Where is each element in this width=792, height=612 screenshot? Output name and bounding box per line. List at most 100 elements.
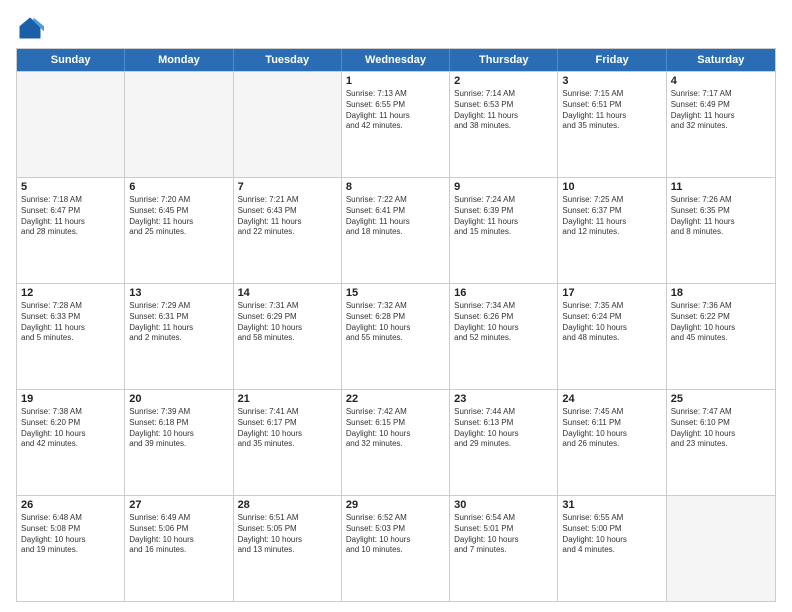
day-cell-23: 23 Sunrise: 7:44 AM Sunset: 6:13 PM Dayli… [450, 390, 558, 495]
header-day-sunday: Sunday [17, 49, 125, 71]
day-info: Sunrise: 6:48 AM Sunset: 5:08 PM Dayligh… [21, 513, 120, 556]
day-cell-13: 13 Sunrise: 7:29 AM Sunset: 6:31 PM Dayli… [125, 284, 233, 389]
day-cell-1: 1 Sunrise: 7:13 AM Sunset: 6:55 PM Daylig… [342, 72, 450, 177]
empty-cell [125, 72, 233, 177]
day-cell-25: 25 Sunrise: 7:47 AM Sunset: 6:10 PM Dayli… [667, 390, 775, 495]
day-number: 19 [21, 393, 120, 405]
day-number: 20 [129, 393, 228, 405]
header [16, 10, 776, 42]
day-info: Sunrise: 6:54 AM Sunset: 5:01 PM Dayligh… [454, 513, 553, 556]
day-number: 25 [671, 393, 771, 405]
calendar-row-4: 26Sunrise: 6:48 AM Sunset: 5:08 PM Dayli… [17, 495, 775, 601]
day-info: Sunrise: 7:36 AM Sunset: 6:22 PM Dayligh… [671, 301, 771, 344]
day-info: Sunrise: 7:32 AM Sunset: 6:28 PM Dayligh… [346, 301, 445, 344]
day-info: Sunrise: 7:20 AM Sunset: 6:45 PM Dayligh… [129, 195, 228, 238]
logo [16, 14, 48, 42]
day-info: Sunrise: 7:24 AM Sunset: 6:39 PM Dayligh… [454, 195, 553, 238]
day-info: Sunrise: 7:18 AM Sunset: 6:47 PM Dayligh… [21, 195, 120, 238]
day-cell-16: 16 Sunrise: 7:34 AM Sunset: 6:26 PM Dayli… [450, 284, 558, 389]
day-number: 3 [562, 75, 661, 87]
calendar-row-3: 19Sunrise: 7:38 AM Sunset: 6:20 PM Dayli… [17, 389, 775, 495]
day-info: Sunrise: 7:39 AM Sunset: 6:18 PM Dayligh… [129, 407, 228, 450]
day-number: 8 [346, 181, 445, 193]
day-info: Sunrise: 7:29 AM Sunset: 6:31 PM Dayligh… [129, 301, 228, 344]
day-info: Sunrise: 7:15 AM Sunset: 6:51 PM Dayligh… [562, 89, 661, 132]
day-cell-12: 12 Sunrise: 7:28 AM Sunset: 6:33 PM Dayli… [17, 284, 125, 389]
day-number: 16 [454, 287, 553, 299]
day-cell-5: 5 Sunrise: 7:18 AM Sunset: 6:47 PM Daylig… [17, 178, 125, 283]
day-cell-30: 30 Sunrise: 6:54 AM Sunset: 5:01 PM Dayli… [450, 496, 558, 601]
page: SundayMondayTuesdayWednesdayThursdayFrid… [0, 0, 792, 612]
day-number: 2 [454, 75, 553, 87]
day-info: Sunrise: 7:26 AM Sunset: 6:35 PM Dayligh… [671, 195, 771, 238]
empty-cell [234, 72, 342, 177]
day-number: 31 [562, 499, 661, 511]
day-cell-26: 26Sunrise: 6:48 AM Sunset: 5:08 PM Dayli… [17, 496, 125, 601]
day-number: 4 [671, 75, 771, 87]
day-info: Sunrise: 7:45 AM Sunset: 6:11 PM Dayligh… [562, 407, 661, 450]
day-cell-22: 22 Sunrise: 7:42 AM Sunset: 6:15 PM Dayli… [342, 390, 450, 495]
day-number: 15 [346, 287, 445, 299]
day-cell-8: 8 Sunrise: 7:22 AM Sunset: 6:41 PM Daylig… [342, 178, 450, 283]
day-info: Sunrise: 7:17 AM Sunset: 6:49 PM Dayligh… [671, 89, 771, 132]
day-cell-18: 18 Sunrise: 7:36 AM Sunset: 6:22 PM Dayli… [667, 284, 775, 389]
day-info: Sunrise: 7:28 AM Sunset: 6:33 PM Dayligh… [21, 301, 120, 344]
header-day-wednesday: Wednesday [342, 49, 450, 71]
day-info: Sunrise: 7:44 AM Sunset: 6:13 PM Dayligh… [454, 407, 553, 450]
header-day-tuesday: Tuesday [234, 49, 342, 71]
calendar: SundayMondayTuesdayWednesdayThursdayFrid… [16, 48, 776, 602]
day-info: Sunrise: 7:47 AM Sunset: 6:10 PM Dayligh… [671, 407, 771, 450]
day-number: 24 [562, 393, 661, 405]
header-day-thursday: Thursday [450, 49, 558, 71]
day-cell-31: 31Sunrise: 6:55 AM Sunset: 5:00 PM Dayli… [558, 496, 666, 601]
day-number: 9 [454, 181, 553, 193]
day-number: 23 [454, 393, 553, 405]
day-number: 14 [238, 287, 337, 299]
day-number: 10 [562, 181, 661, 193]
day-number: 12 [21, 287, 120, 299]
day-cell-29: 29Sunrise: 6:52 AM Sunset: 5:03 PM Dayli… [342, 496, 450, 601]
day-cell-14: 14Sunrise: 7:31 AM Sunset: 6:29 PM Dayli… [234, 284, 342, 389]
day-number: 22 [346, 393, 445, 405]
day-cell-4: 4 Sunrise: 7:17 AM Sunset: 6:49 PM Daylig… [667, 72, 775, 177]
logo-icon [16, 14, 44, 42]
day-info: Sunrise: 6:52 AM Sunset: 5:03 PM Dayligh… [346, 513, 445, 556]
day-cell-6: 6 Sunrise: 7:20 AM Sunset: 6:45 PM Daylig… [125, 178, 233, 283]
day-cell-2: 2 Sunrise: 7:14 AM Sunset: 6:53 PM Daylig… [450, 72, 558, 177]
day-number: 5 [21, 181, 120, 193]
header-day-friday: Friday [558, 49, 666, 71]
day-number: 18 [671, 287, 771, 299]
day-info: Sunrise: 7:22 AM Sunset: 6:41 PM Dayligh… [346, 195, 445, 238]
day-info: Sunrise: 7:42 AM Sunset: 6:15 PM Dayligh… [346, 407, 445, 450]
day-info: Sunrise: 7:35 AM Sunset: 6:24 PM Dayligh… [562, 301, 661, 344]
calendar-row-2: 12 Sunrise: 7:28 AM Sunset: 6:33 PM Dayli… [17, 283, 775, 389]
day-cell-19: 19Sunrise: 7:38 AM Sunset: 6:20 PM Dayli… [17, 390, 125, 495]
empty-cell [667, 496, 775, 601]
empty-cell [17, 72, 125, 177]
day-info: Sunrise: 7:34 AM Sunset: 6:26 PM Dayligh… [454, 301, 553, 344]
day-number: 6 [129, 181, 228, 193]
day-info: Sunrise: 7:13 AM Sunset: 6:55 PM Dayligh… [346, 89, 445, 132]
day-info: Sunrise: 6:49 AM Sunset: 5:06 PM Dayligh… [129, 513, 228, 556]
day-number: 11 [671, 181, 771, 193]
calendar-row-1: 5 Sunrise: 7:18 AM Sunset: 6:47 PM Daylig… [17, 177, 775, 283]
day-info: Sunrise: 7:41 AM Sunset: 6:17 PM Dayligh… [238, 407, 337, 450]
day-info: Sunrise: 7:25 AM Sunset: 6:37 PM Dayligh… [562, 195, 661, 238]
day-number: 1 [346, 75, 445, 87]
calendar-row-0: 1 Sunrise: 7:13 AM Sunset: 6:55 PM Daylig… [17, 71, 775, 177]
day-cell-27: 27 Sunrise: 6:49 AM Sunset: 5:06 PM Dayli… [125, 496, 233, 601]
day-number: 27 [129, 499, 228, 511]
day-info: Sunrise: 7:14 AM Sunset: 6:53 PM Dayligh… [454, 89, 553, 132]
calendar-header: SundayMondayTuesdayWednesdayThursdayFrid… [17, 49, 775, 71]
day-cell-3: 3 Sunrise: 7:15 AM Sunset: 6:51 PM Daylig… [558, 72, 666, 177]
day-number: 28 [238, 499, 337, 511]
day-number: 30 [454, 499, 553, 511]
day-cell-11: 11 Sunrise: 7:26 AM Sunset: 6:35 PM Dayli… [667, 178, 775, 283]
day-number: 17 [562, 287, 661, 299]
day-cell-9: 9 Sunrise: 7:24 AM Sunset: 6:39 PM Daylig… [450, 178, 558, 283]
day-cell-10: 10 Sunrise: 7:25 AM Sunset: 6:37 PM Dayli… [558, 178, 666, 283]
day-cell-15: 15 Sunrise: 7:32 AM Sunset: 6:28 PM Dayli… [342, 284, 450, 389]
calendar-body: 1 Sunrise: 7:13 AM Sunset: 6:55 PM Daylig… [17, 71, 775, 601]
header-day-monday: Monday [125, 49, 233, 71]
day-number: 13 [129, 287, 228, 299]
